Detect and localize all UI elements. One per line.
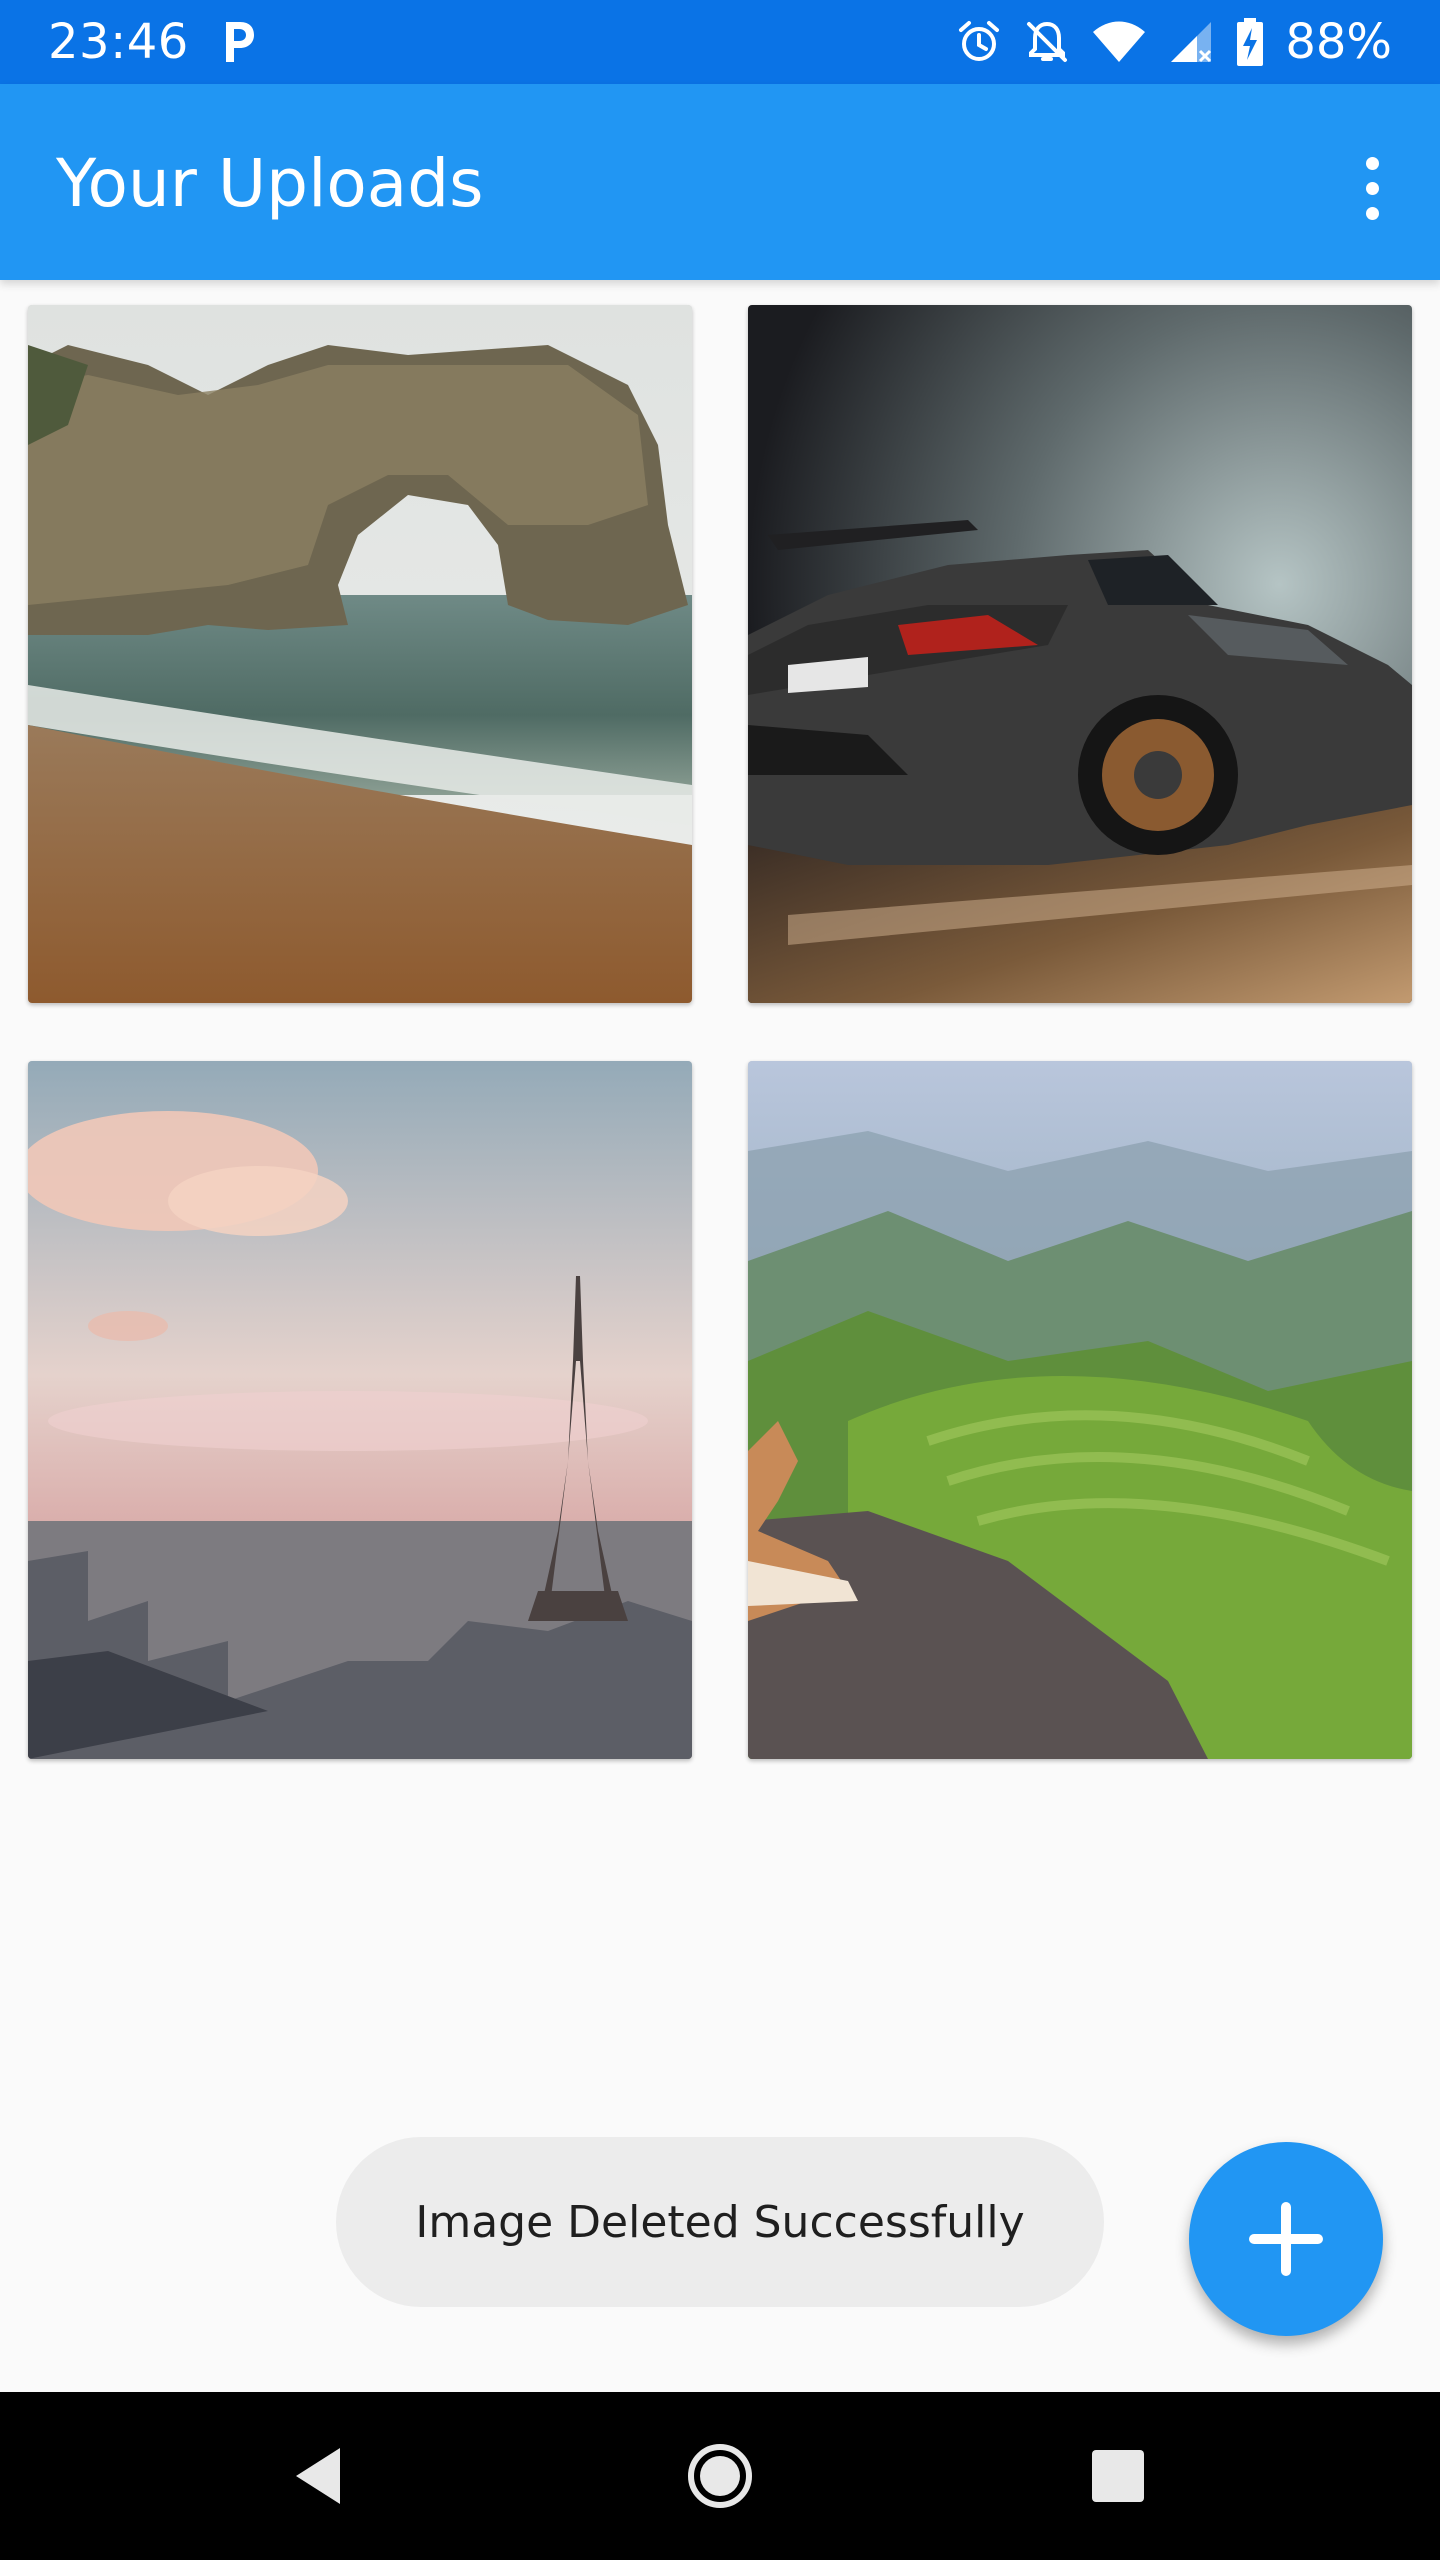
sports-car-photo (748, 305, 1412, 1003)
home-icon (688, 2444, 752, 2508)
image-card-rice-terraces[interactable] (748, 1061, 1412, 1759)
status-time: 23:46 (48, 14, 189, 70)
wifi-icon (1093, 21, 1146, 62)
more-options-button[interactable] (1336, 140, 1408, 236)
more-vert-icon-dot (1365, 206, 1379, 220)
recents-icon (1092, 2450, 1144, 2502)
p-notification-icon (226, 22, 254, 62)
image-card-eiffel-tower[interactable] (28, 1061, 692, 1759)
recents-button[interactable] (1070, 2428, 1166, 2524)
app-bar: Your Uploads (0, 84, 1440, 280)
status-icons: 88% (955, 14, 1392, 70)
page-title: Your Uploads (56, 145, 484, 222)
back-icon (296, 2448, 340, 2504)
image-card-sea-arch[interactable] (28, 305, 692, 1003)
app-screen: 23:46 88% Your Uploads Image Deleted Suc… (0, 0, 1440, 2560)
battery-percentage: 88% (1285, 14, 1392, 70)
add-icon (1249, 2202, 1323, 2276)
rice-terraces-dog-photo (748, 1061, 1412, 1759)
navigation-bar (0, 2392, 1440, 2560)
sea-arch-photo (28, 305, 692, 1003)
home-button[interactable] (672, 2428, 768, 2524)
status-bar: 23:46 88% (0, 0, 1440, 84)
more-vert-icon (1365, 156, 1379, 170)
image-card-sports-car[interactable] (748, 305, 1412, 1003)
more-vert-icon-dot (1365, 181, 1379, 195)
alarm-icon (959, 21, 1000, 61)
back-button[interactable] (270, 2428, 366, 2524)
battery-charging-icon (1237, 18, 1264, 66)
add-image-button[interactable] (1189, 2142, 1383, 2336)
toast-message: Image Deleted Successfully (336, 2137, 1104, 2307)
notifications-off-icon (1027, 21, 1068, 62)
cellular-signal-icon (1171, 22, 1212, 63)
eiffel-tower-city-photo (28, 1061, 692, 1759)
